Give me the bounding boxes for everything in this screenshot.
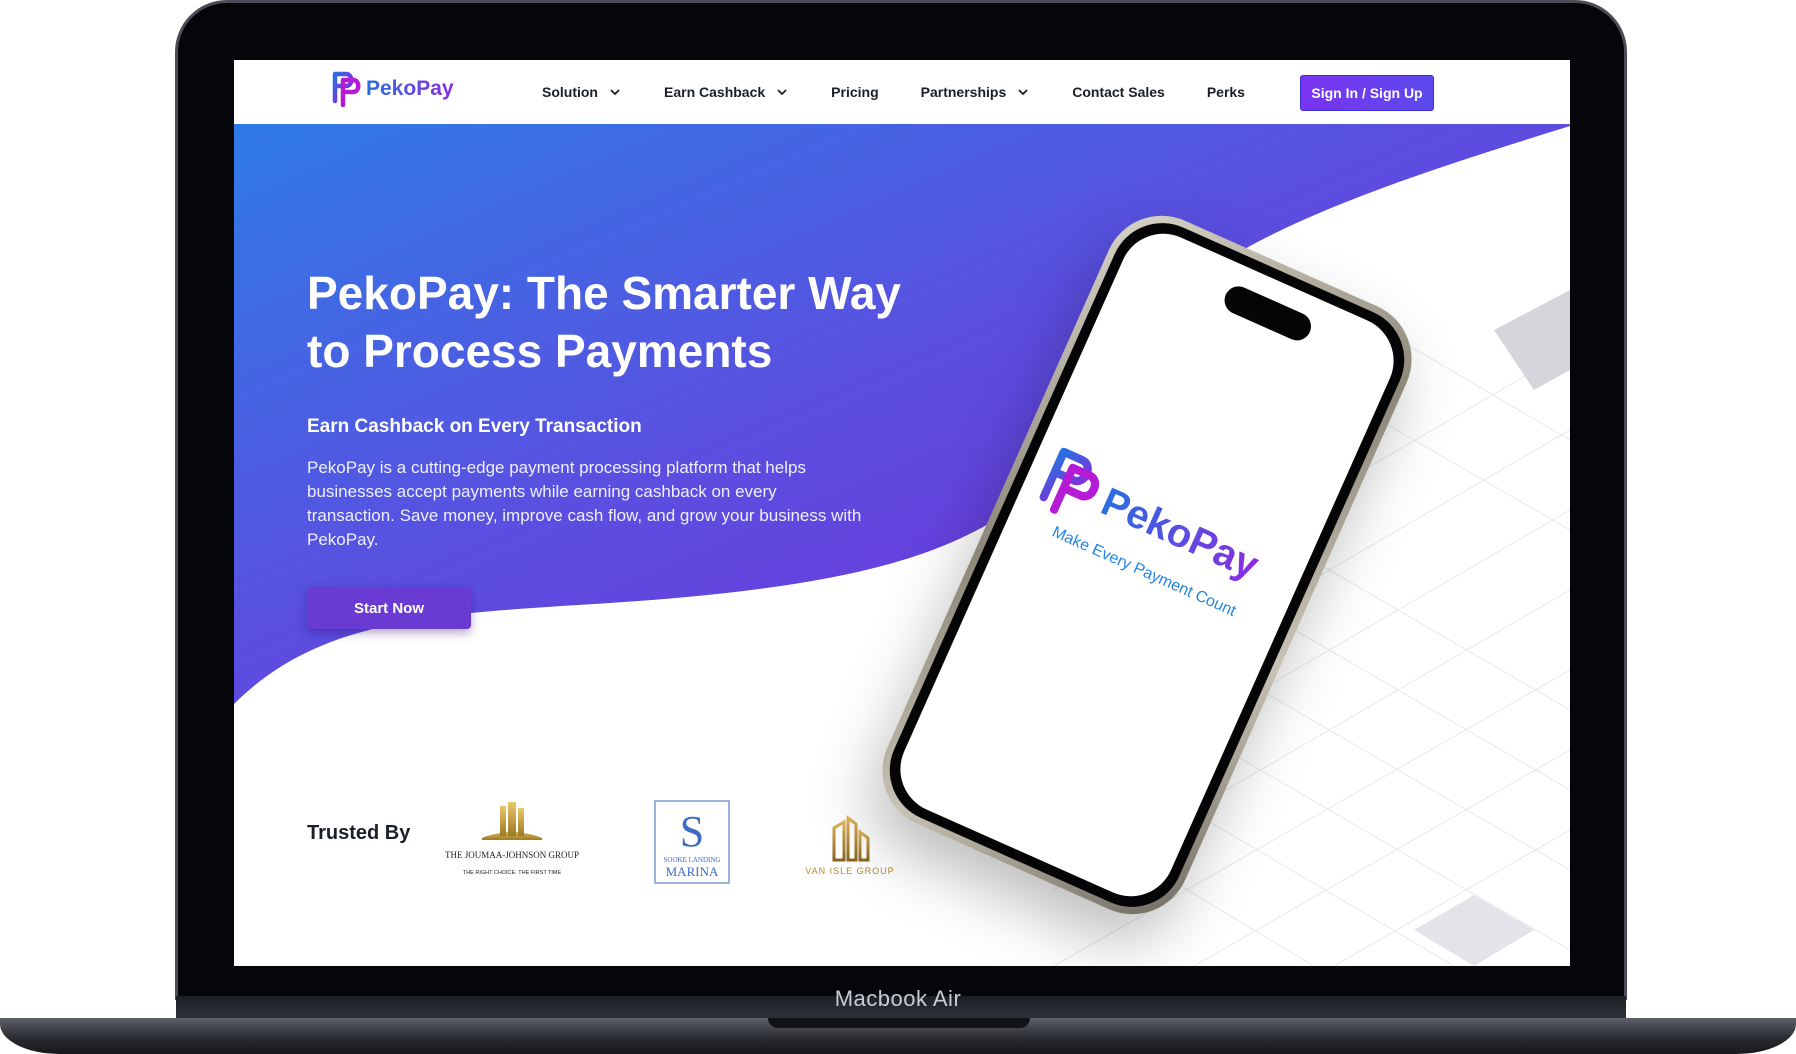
hero-subtitle: Earn Cashback on Every Transaction [307,416,642,437]
pp-monogram-icon [332,71,361,107]
sign-in-button[interactable]: Sign In / Sign Up [1300,75,1434,111]
van-isle-group-logo: VAN ISLE GROUP [805,815,894,876]
chevron-down-icon [1018,89,1028,96]
browser-screen: PekoPay Solution Earn Cashback Pricing P… [234,60,1570,966]
joumaa-johnson-group-logo: THE JOUMAA-JOHNSON GROUP THE RIGHT CHOIC… [445,802,579,876]
nav-links: Solution Earn Cashback Pricing Partnersh… [542,60,1287,124]
nav-item-label: Pricing [831,84,879,100]
hero-description: PekoPay is a cutting-edge payment proces… [307,458,862,549]
nav-item-label: Solution [542,84,598,100]
dynamic-island [1220,281,1316,345]
nav-item-earn-cashback[interactable]: Earn Cashback [664,84,789,100]
sooke-letter: S [680,807,704,856]
trusted-by-label: Trusted By [307,822,411,844]
laptop-notch [768,1018,1030,1028]
sooke-top-text: SOOKE LANDING [664,856,721,864]
nav-item-partnerships[interactable]: Partnerships [921,84,1031,100]
brand-name: PekoPay [366,77,454,100]
nav-item-label: Perks [1206,84,1245,100]
nav-item-pricing[interactable]: Pricing [831,84,878,100]
van-isle-name: VAN ISLE GROUP [805,866,894,876]
top-navigation: PekoPay Solution Earn Cashback Pricing P… [234,60,1570,124]
marina-text: MARINA [666,864,719,879]
chevron-down-icon [610,89,620,96]
nav-item-label: Earn Cashback [664,84,766,100]
hero-title: PekoPay: The Smarter Way to Process Paym… [307,267,901,377]
sooke-landing-marina-logo: S SOOKE LANDING MARINA [654,800,730,884]
nav-item-contact-sales[interactable]: Contact Sales [1072,84,1165,100]
chevron-down-icon [777,89,787,96]
nav-item-solution[interactable]: Solution [542,84,622,100]
joumaa-johnson-name: THE JOUMAA-JOHNSON GROUP [445,850,579,860]
nav-item-label: Partnerships [920,84,1007,100]
start-now-button[interactable]: Start Now [307,587,471,629]
joumaa-johnson-tagline: THE RIGHT CHOICE. THE FIRST TIME [463,870,562,876]
nav-item-label: Contact Sales [1072,84,1165,100]
nav-item-perks[interactable]: Perks [1207,84,1245,100]
brand-logo[interactable]: PekoPay [332,69,454,109]
device-label: Macbook Air [834,986,962,1011]
